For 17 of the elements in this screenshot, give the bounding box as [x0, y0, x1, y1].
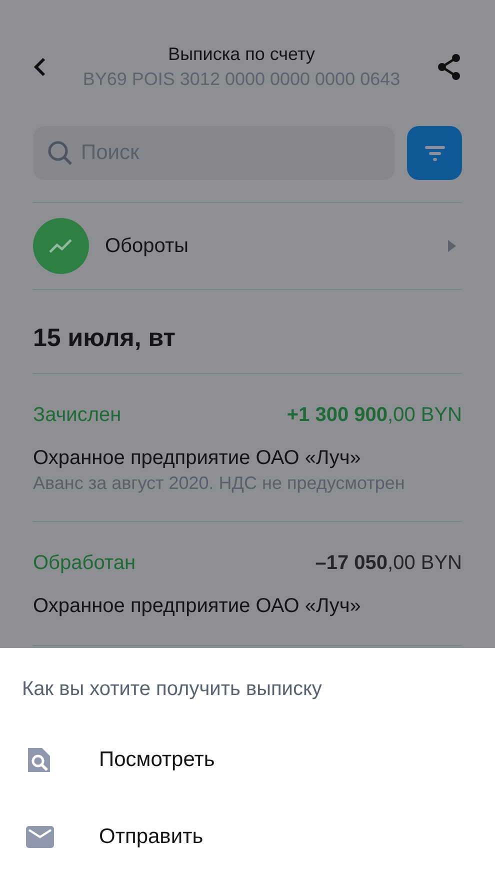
transaction-status: Зачислен — [33, 404, 122, 427]
share-button[interactable] — [436, 53, 462, 81]
sheet-option[interactable]: Отправить — [0, 798, 495, 875]
sheet-title: Как вы хотите получить выписку — [21, 677, 323, 701]
screen-title: Выписка по счету — [167, 43, 316, 66]
turnover-row[interactable]: Обороты — [33, 202, 462, 290]
transaction-payee: Охранное предприятие ОАО «Луч» — [33, 447, 362, 470]
envelope-icon — [25, 826, 55, 848]
transaction-amount: –17 050,00 BYN — [315, 552, 462, 575]
back-button[interactable] — [33, 57, 47, 77]
chevron-icon — [448, 240, 456, 252]
transaction-status: Обработан — [33, 552, 136, 575]
transaction-amount: +1 300 900,00 BYN — [286, 404, 462, 427]
sheet-option[interactable]: Посмотреть — [0, 721, 495, 798]
filter-icon — [422, 143, 446, 163]
transaction-payee: Охранное предприятие ОАО «Луч» — [33, 595, 362, 618]
date-heading: 15 июля, вт — [33, 290, 462, 374]
